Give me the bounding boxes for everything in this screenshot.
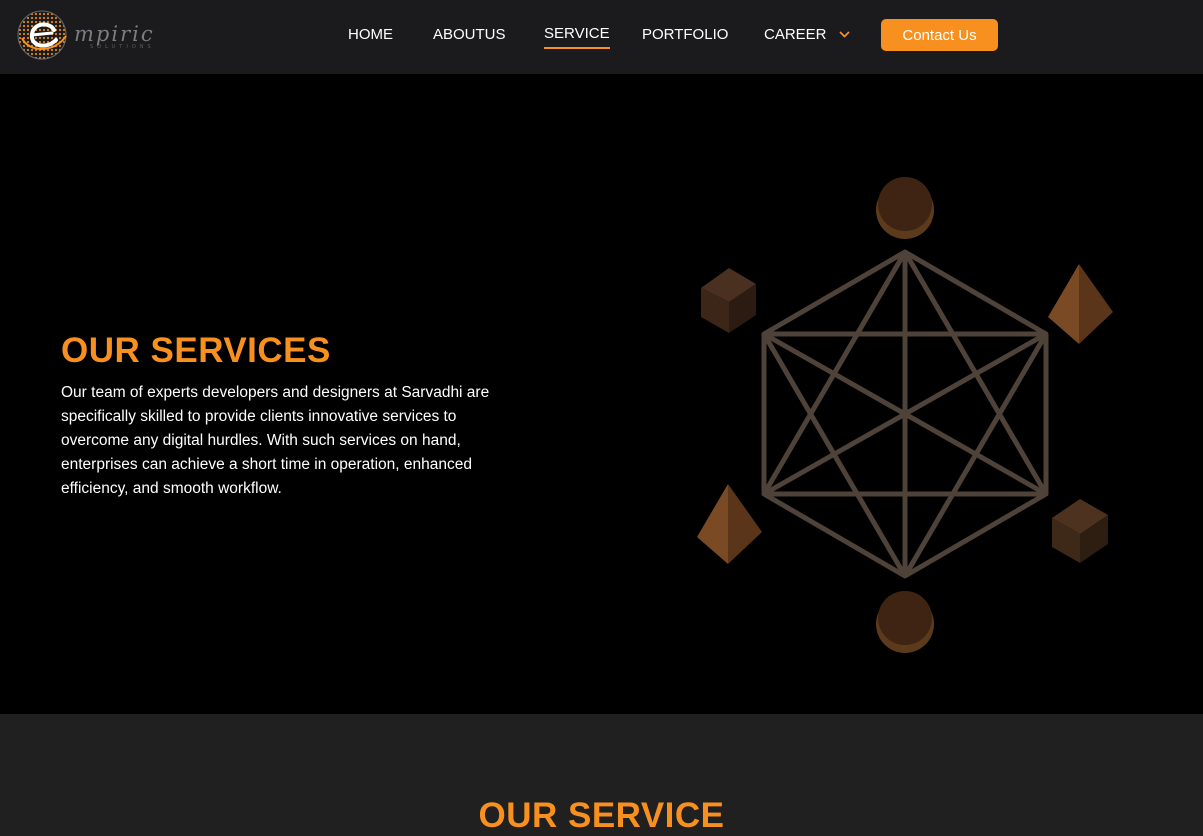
nav-portfolio[interactable]: PORTFOLIO: [642, 26, 728, 44]
site-header: mpiric SOLUTIONS HOME ABOUTUS SERVICE PO…: [0, 0, 1203, 74]
cube-left-icon: [701, 268, 756, 333]
section-title: OUR SERVICE: [478, 796, 725, 835]
sphere-top-icon: [876, 177, 934, 239]
cube-right-icon: [1052, 499, 1108, 563]
main-nav: HOME ABOUTUS SERVICE PORTFOLIO CAREER: [0, 0, 1203, 74]
geometric-network-illustration: [697, 177, 1113, 653]
contact-us-button[interactable]: Contact Us: [881, 19, 998, 51]
sphere-bottom-icon: [876, 591, 934, 653]
nav-career[interactable]: CAREER: [764, 26, 850, 44]
nav-service[interactable]: SERVICE: [544, 25, 610, 49]
nav-career-label: CAREER: [764, 26, 827, 43]
hero-description: Our team of experts developers and desig…: [61, 384, 490, 497]
nav-about-us[interactable]: ABOUTUS: [433, 26, 506, 44]
our-service-section: OUR SERVICE: [0, 714, 1203, 836]
chevron-down-icon[interactable]: [839, 31, 850, 39]
hero-section: OUR SERVICES Our team of experts develop…: [0, 74, 1203, 714]
pyramid-left-icon: [697, 484, 762, 564]
nav-home[interactable]: HOME: [348, 26, 393, 44]
hexagon-network-icon: [761, 249, 1049, 579]
hero-title: OUR SERVICES: [61, 331, 331, 370]
pyramid-right-icon: [1048, 264, 1113, 344]
